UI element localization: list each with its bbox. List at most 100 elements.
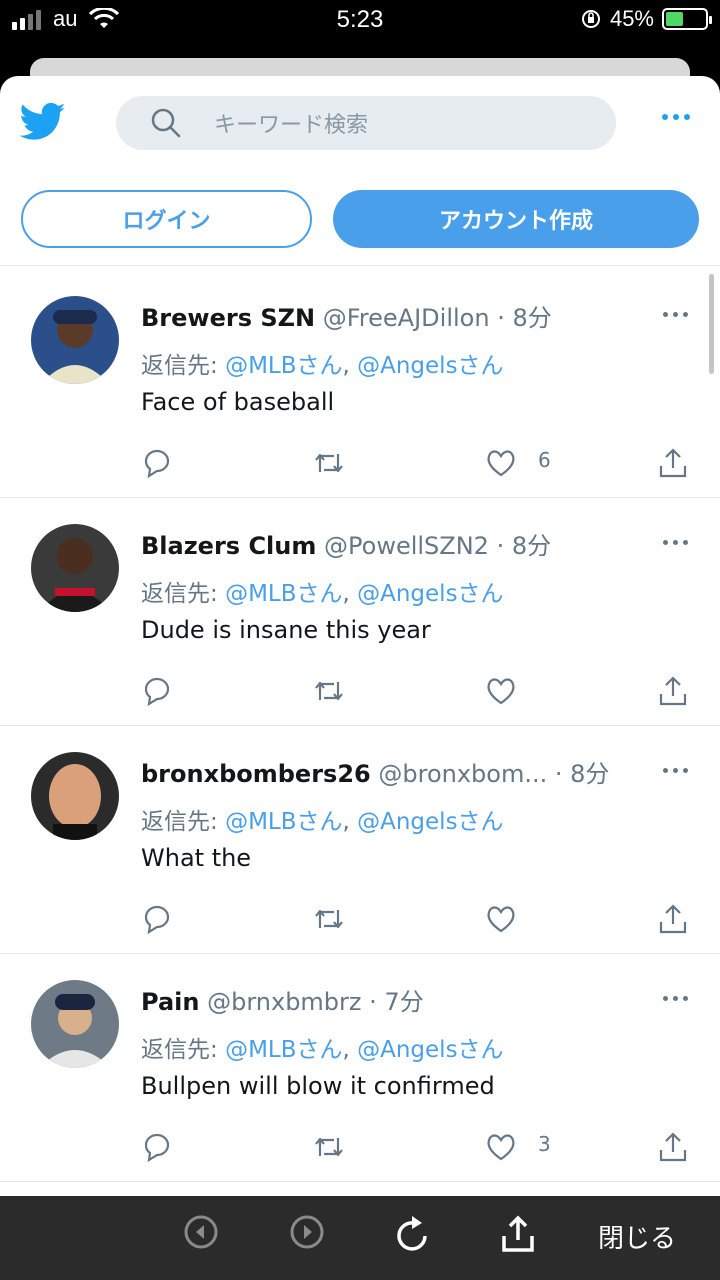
tweet-time[interactable]: 8分 bbox=[512, 532, 551, 560]
tweet-header: Blazers Clum @PowellSZN2 · 8分 bbox=[141, 526, 640, 561]
search-placeholder: キーワード検索 bbox=[214, 113, 369, 138]
tweet-author-handle[interactable]: @bronxbom... bbox=[378, 760, 547, 788]
separator-dot: · bbox=[496, 532, 505, 560]
reply-context: 返信先: @MLBさん, @Angelsさん bbox=[141, 1030, 504, 1064]
tweet-header: Brewers SZN @FreeAJDillon · 8分 bbox=[141, 298, 640, 333]
tweet-text: Dude is insane this year bbox=[141, 616, 431, 644]
tweet-more-icon[interactable] bbox=[663, 996, 688, 1001]
reply-context: 返信先: @MLBさん, @Angelsさん bbox=[141, 574, 504, 608]
battery-fill bbox=[666, 12, 683, 26]
reply-icon[interactable] bbox=[140, 446, 174, 480]
retweet-icon[interactable] bbox=[312, 674, 346, 708]
avatar[interactable] bbox=[31, 296, 119, 384]
mention-separator: , bbox=[342, 581, 350, 607]
battery-icon bbox=[662, 8, 712, 30]
retweet-icon[interactable] bbox=[312, 902, 346, 936]
tweet-text: Bullpen will blow it confirmed bbox=[141, 1072, 495, 1100]
tweet-author-name[interactable]: bronxbombers26 bbox=[141, 760, 371, 788]
tweet-actions bbox=[0, 902, 720, 938]
share-page-icon[interactable] bbox=[500, 1214, 536, 1254]
like-count: 6 bbox=[538, 448, 551, 472]
share-icon[interactable] bbox=[656, 446, 690, 480]
tweet-item[interactable]: bronxbombers26 @bronxbom... · 8分 返信先: @M… bbox=[0, 726, 720, 954]
status-right: 45% bbox=[580, 6, 712, 32]
mention-link[interactable]: @MLBさん bbox=[225, 809, 342, 835]
login-button[interactable]: ログイン bbox=[21, 190, 312, 248]
tweet-author-handle[interactable]: @brnxbmbrz bbox=[207, 988, 361, 1016]
mention-link[interactable]: @Angelsさん bbox=[357, 353, 503, 379]
avatar[interactable] bbox=[31, 752, 119, 840]
back-icon[interactable] bbox=[183, 1214, 219, 1250]
separator-dot: · bbox=[369, 988, 377, 1016]
tweet-author-name[interactable]: Blazers Clum bbox=[141, 532, 316, 560]
tweet-item[interactable]: Blazers Clum @PowellSZN2 · 8分 返信先: @MLBさ… bbox=[0, 498, 720, 726]
tweet-header: bronxbombers26 @bronxbom... · 8分 bbox=[141, 754, 640, 789]
orientation-lock-icon bbox=[581, 10, 600, 28]
retweet-icon[interactable] bbox=[312, 1130, 346, 1164]
reply-icon[interactable] bbox=[140, 902, 174, 936]
web-sheet: キーワード検索 ログイン アカウント作成 Brewers SZN @FreeAJ… bbox=[0, 76, 720, 1196]
tweet-time[interactable]: 8分 bbox=[512, 304, 551, 332]
reply-context: 返信先: @MLBさん, @Angelsさん bbox=[141, 346, 504, 380]
signup-button[interactable]: アカウント作成 bbox=[333, 190, 699, 248]
close-button[interactable]: 閉じる bbox=[598, 1218, 676, 1255]
status-bar: au 5:23 45% bbox=[0, 0, 720, 44]
mention-separator: , bbox=[342, 809, 350, 835]
tweet-text: Face of baseball bbox=[141, 388, 335, 416]
tweet-item[interactable]: Pain @brnxbmbrz · 7分 返信先: @MLBさん, @Angel… bbox=[0, 954, 720, 1182]
tweet-author-name[interactable]: Pain bbox=[141, 988, 199, 1016]
reply-prefix: 返信先: bbox=[141, 1037, 218, 1063]
share-icon[interactable] bbox=[656, 902, 690, 936]
tweet-actions: 6 bbox=[0, 446, 720, 482]
tweet-time[interactable]: 7分 bbox=[384, 988, 423, 1016]
tweet-more-icon[interactable] bbox=[663, 540, 688, 545]
tweet-author-name[interactable]: Brewers SZN bbox=[141, 304, 315, 332]
mention-link[interactable]: @MLBさん bbox=[225, 353, 342, 379]
forward-icon[interactable] bbox=[289, 1214, 325, 1250]
tweet-more-icon[interactable] bbox=[663, 312, 688, 317]
tweet-text: What the bbox=[141, 844, 252, 872]
search-icon bbox=[151, 108, 181, 138]
mention-separator: , bbox=[342, 353, 350, 379]
avatar[interactable] bbox=[31, 980, 119, 1068]
tweet-actions: 3 bbox=[0, 1130, 720, 1166]
battery-percent: 45% bbox=[609, 6, 654, 31]
reply-context: 返信先: @MLBさん, @Angelsさん bbox=[141, 802, 504, 836]
reply-prefix: 返信先: bbox=[141, 809, 218, 835]
more-options-icon[interactable] bbox=[662, 114, 690, 120]
tweet-time[interactable]: 8分 bbox=[570, 760, 609, 788]
tweet-header: Pain @brnxbmbrz · 7分 bbox=[141, 982, 640, 1017]
like-icon[interactable] bbox=[484, 446, 518, 480]
reply-icon[interactable] bbox=[140, 674, 174, 708]
like-count: 3 bbox=[538, 1132, 551, 1156]
like-icon[interactable] bbox=[484, 1130, 518, 1164]
mention-link[interactable]: @MLBさん bbox=[225, 581, 342, 607]
mention-link[interactable]: @Angelsさん bbox=[357, 1037, 503, 1063]
reply-icon[interactable] bbox=[140, 1130, 174, 1164]
share-icon[interactable] bbox=[656, 1130, 690, 1164]
search-box[interactable]: キーワード検索 bbox=[116, 96, 616, 150]
like-icon[interactable] bbox=[484, 902, 518, 936]
separator-dot: · bbox=[497, 304, 505, 332]
mention-link[interactable]: @Angelsさん bbox=[357, 581, 503, 607]
mention-separator: , bbox=[342, 1037, 350, 1063]
reply-prefix: 返信先: bbox=[141, 581, 218, 607]
retweet-icon[interactable] bbox=[312, 446, 346, 480]
tweet-item[interactable]: Brewers SZN @FreeAJDillon · 8分 返信先: @MLB… bbox=[0, 270, 720, 498]
mention-link[interactable]: @Angelsさん bbox=[357, 809, 503, 835]
separator-dot: · bbox=[554, 760, 563, 788]
reload-icon[interactable] bbox=[392, 1214, 432, 1256]
tweet-author-handle[interactable]: @PowellSZN2 bbox=[324, 532, 489, 560]
share-icon[interactable] bbox=[656, 674, 690, 708]
twitter-bird-icon[interactable] bbox=[20, 102, 66, 142]
tweet-feed: Brewers SZN @FreeAJDillon · 8分 返信先: @MLB… bbox=[0, 270, 720, 1182]
like-icon[interactable] bbox=[484, 674, 518, 708]
tweet-author-handle[interactable]: @FreeAJDillon bbox=[323, 304, 490, 332]
reply-prefix: 返信先: bbox=[141, 353, 218, 379]
top-bar: キーワード検索 ログイン アカウント作成 bbox=[0, 76, 720, 266]
tweet-more-icon[interactable] bbox=[663, 768, 688, 773]
tweet-actions bbox=[0, 674, 720, 710]
avatar[interactable] bbox=[31, 524, 119, 612]
mention-link[interactable]: @MLBさん bbox=[225, 1037, 342, 1063]
browser-toolbar: 閉じる bbox=[0, 1196, 720, 1280]
